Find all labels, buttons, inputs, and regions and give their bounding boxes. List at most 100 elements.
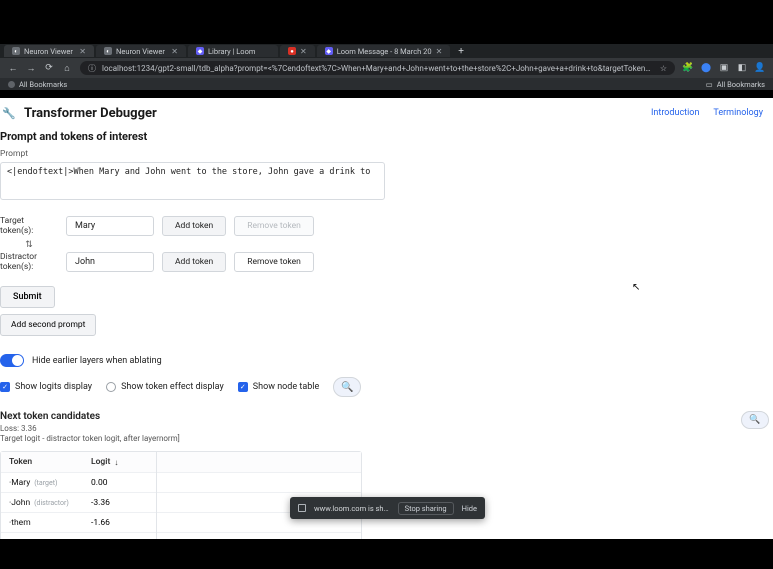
checkbox-icon	[106, 382, 116, 392]
share-text: www.loom.com is sharing your screen.	[314, 504, 390, 513]
favicon-icon: ◐	[12, 47, 20, 55]
folder-icon: ▭	[706, 80, 713, 89]
col-logit[interactable]: Logit↓	[91, 457, 161, 467]
forward-icon[interactable]: →	[26, 63, 36, 73]
table-header-row: Token Logit↓	[1, 452, 361, 472]
star-icon[interactable]: ☆	[660, 64, 667, 73]
bookmark-item[interactable]: All Bookmarks	[8, 80, 67, 89]
distractor-token-input[interactable]: John	[66, 252, 154, 272]
browser-tab[interactable]: ◐ Neuron Viewer ✕	[96, 45, 186, 57]
close-icon[interactable]: ✕	[79, 47, 86, 56]
toggle-label: Hide earlier layers when ablating	[32, 356, 162, 366]
browser-tab[interactable]: ◐ Neuron Viewer ✕	[4, 45, 94, 57]
url-text: localhost:1234/gpt2-small/tdb_alpha?prom…	[102, 64, 654, 73]
target-token-input[interactable]: Mary	[66, 216, 154, 236]
prompt-label: Prompt	[0, 149, 773, 159]
candidates-title: Next token candidates	[0, 411, 180, 422]
remove-token-button[interactable]: Remove token	[234, 252, 314, 272]
search-button[interactable]: 🔍	[333, 377, 361, 397]
hide-earlier-layers-toggle[interactable]	[0, 354, 24, 367]
search-button[interactable]: 🔍	[741, 411, 769, 429]
browser-tab[interactable]: ● ✕	[280, 45, 315, 57]
terminology-link[interactable]: Terminology	[713, 108, 763, 118]
extension-icon[interactable]: ▣	[719, 63, 729, 73]
bookmark-label: All Bookmarks	[19, 80, 67, 89]
screen-icon	[298, 504, 306, 512]
home-icon[interactable]: ⌂	[62, 63, 72, 73]
section-title: Prompt and tokens of interest	[0, 130, 773, 143]
app-logo-icon: 🔧	[0, 104, 18, 122]
table-row[interactable]: ·the -2.66	[1, 532, 361, 539]
candidates-table: Token Logit↓ ·Mary (target) 0.00 ·John (di…	[0, 451, 362, 539]
back-icon[interactable]: ←	[8, 63, 18, 73]
new-tab-button[interactable]: +	[452, 46, 470, 57]
tab-label: Library | Loom	[208, 47, 270, 56]
token-cell: ·them	[9, 518, 31, 528]
show-node-table-checkbox[interactable]: ✓ Show node table	[238, 382, 319, 392]
address-bar[interactable]: ⓘ localhost:1234/gpt2-small/tdb_alpha?pr…	[80, 61, 675, 75]
extension-icon[interactable]: ◧	[737, 63, 747, 73]
tab-label: Loom Message - 8 March 20	[337, 47, 432, 56]
favicon-icon: ◆	[196, 47, 204, 55]
distractor-token-label: Distractor token(s):	[0, 252, 58, 272]
logit-cell: -1.66	[91, 518, 110, 528]
checkbox-icon: ✓	[0, 382, 10, 392]
favicon-icon: ●	[288, 47, 296, 55]
profile-icon[interactable]: 👤	[755, 63, 765, 73]
add-second-prompt-button[interactable]: Add second prompt	[0, 314, 96, 336]
add-token-button[interactable]: Add token	[162, 252, 226, 272]
page-title: Transformer Debugger	[24, 106, 157, 121]
checkbox-label: Show logits display	[15, 382, 92, 392]
sort-desc-icon: ↓	[114, 458, 118, 467]
add-token-button[interactable]: Add token	[162, 216, 226, 236]
browser-tab[interactable]: ◆ Library | Loom	[188, 45, 278, 57]
show-logits-checkbox[interactable]: ✓ Show logits display	[0, 382, 92, 392]
table-row[interactable]: ·Mary (target) 0.00	[1, 472, 361, 492]
cursor-icon: ↖	[632, 282, 640, 293]
checkbox-label: Show node table	[253, 382, 319, 392]
checkbox-icon: ✓	[238, 382, 248, 392]
remove-token-button: Remove token	[234, 216, 314, 236]
token-cell: ·Mary	[9, 478, 30, 488]
prompt-input[interactable]	[0, 162, 385, 200]
favicon-icon: ◐	[104, 47, 112, 55]
token-cell: ·the	[9, 538, 23, 540]
candidates-subtitle: Target logit - distractor token logit, a…	[0, 434, 180, 443]
token-tag: (distractor)	[34, 499, 69, 507]
tab-label: Neuron Viewer	[116, 47, 167, 56]
logit-cell: -3.36	[91, 498, 110, 508]
checkbox-label: Show token effect display	[121, 382, 224, 392]
logit-cell: -2.66	[91, 538, 110, 540]
reload-icon[interactable]: ⟳	[44, 63, 54, 73]
tab-label: Neuron Viewer	[24, 47, 75, 56]
bookmark-label: All Bookmarks	[717, 80, 765, 89]
screen-share-toast: www.loom.com is sharing your screen. Sto…	[290, 497, 485, 519]
browser-tab[interactable]: ◆ Loom Message - 8 March 20 ✕	[317, 45, 451, 57]
bookmark-item[interactable]: ▭ All Bookmarks	[706, 80, 765, 89]
site-info-icon[interactable]: ⓘ	[88, 63, 96, 74]
browser-tab-strip: ◐ Neuron Viewer ✕ ◐ Neuron Viewer ✕ ◆ Li…	[0, 44, 773, 58]
candidates-loss: Loss: 3.36	[0, 424, 180, 433]
introduction-link[interactable]: Introduction	[651, 108, 699, 118]
close-icon[interactable]: ✕	[436, 47, 443, 56]
token-cell: ·John	[9, 498, 30, 508]
col-token[interactable]: Token	[1, 457, 91, 467]
browser-toolbar: ← → ⟳ ⌂ ⓘ localhost:1234/gpt2-small/tdb_…	[0, 58, 773, 78]
submit-button[interactable]: Submit	[0, 286, 55, 308]
token-value: John	[75, 257, 95, 267]
token-value: Mary	[75, 221, 95, 231]
stop-sharing-button[interactable]: Stop sharing	[398, 502, 454, 515]
extension-icon[interactable]: ⬤	[701, 63, 711, 73]
page-content: 🔧 Transformer Debugger Introduction Term…	[0, 98, 773, 539]
token-tag: (target)	[34, 479, 57, 487]
favicon-icon: ◆	[325, 47, 333, 55]
target-token-label: Target token(s):	[0, 216, 58, 236]
show-token-effect-checkbox[interactable]: Show token effect display	[106, 382, 224, 392]
bookmarks-bar: All Bookmarks ▭ All Bookmarks	[0, 78, 773, 90]
extension-icon[interactable]: 🧩	[683, 63, 693, 73]
swap-icon[interactable]: ⇅	[0, 240, 58, 250]
close-icon[interactable]: ✕	[171, 47, 178, 56]
logit-cell: 0.00	[91, 478, 108, 488]
hide-button[interactable]: Hide	[462, 504, 477, 513]
close-icon[interactable]: ✕	[300, 47, 307, 56]
